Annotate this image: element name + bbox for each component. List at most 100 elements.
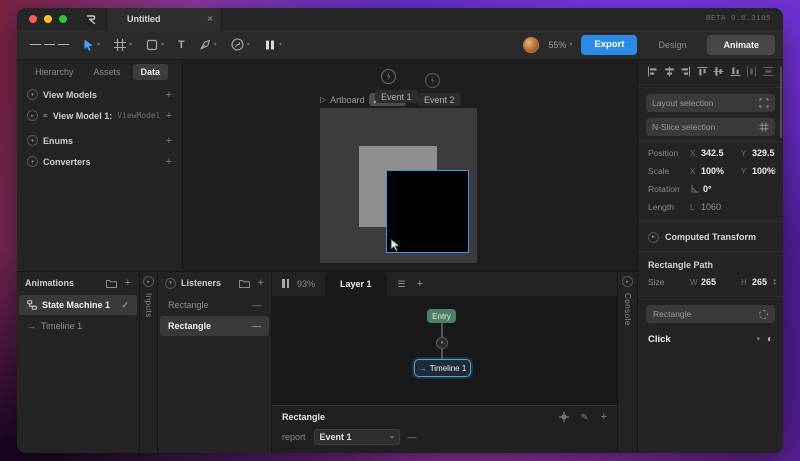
enums-row[interactable]: ▾ Enums + <box>17 130 182 151</box>
computed-transform-row[interactable]: ▸ Computed Transform <box>638 228 783 246</box>
add-enum-button[interactable]: + <box>166 135 172 147</box>
angle-icon <box>690 184 700 194</box>
inputs-strip[interactable]: ▸ Inputs <box>140 272 158 453</box>
chevron-down-icon[interactable]: ▾ <box>279 41 282 48</box>
artboard-label[interactable]: Artboard <box>330 95 365 105</box>
add-listener-button[interactable]: + <box>258 277 264 289</box>
export-button[interactable]: Export <box>581 35 637 55</box>
listener-label: Rectangle <box>168 300 209 310</box>
rectangle-section-button[interactable]: Rectangle <box>646 305 775 323</box>
layout-tool[interactable]: ▾ <box>259 34 287 56</box>
text-tool[interactable]: T <box>173 34 190 56</box>
entry-node[interactable]: Entry <box>427 309 456 323</box>
blend-half-circle-icon[interactable]: ◐ <box>767 334 773 345</box>
chevron-down-icon[interactable]: ▾ <box>161 41 164 48</box>
expand-inputs-icon[interactable]: ▸ <box>143 276 154 287</box>
align-middle-vertical-icon[interactable] <box>713 66 724 77</box>
view-model-1-row[interactable]: ▸ View Model 1: ViewModel + <box>17 105 182 126</box>
design-mode-button[interactable]: Design <box>646 40 698 50</box>
scale-x-field[interactable]: 100% <box>701 166 741 176</box>
chevron-down-icon[interactable]: ▾ <box>247 41 250 48</box>
layout-columns-icon[interactable] <box>282 279 291 290</box>
chevron-down-icon[interactable]: ▾ <box>129 41 132 48</box>
rotation-field[interactable]: 0° <box>703 184 743 194</box>
align-left-icon[interactable] <box>647 66 658 77</box>
artboard-tool[interactable]: ▾ <box>109 34 137 56</box>
expand-console-icon[interactable]: ▸ <box>622 276 633 287</box>
edit-icon[interactable]: ✎ <box>581 412 589 423</box>
timeline-node[interactable]: → Timeline 1 <box>414 359 471 377</box>
add-converter-button[interactable]: + <box>166 156 172 168</box>
tab-layer-1[interactable]: Layer 1 <box>325 272 387 296</box>
avatar[interactable] <box>523 37 539 53</box>
stepper-control[interactable]: ▴▾ <box>773 278 776 286</box>
tab-hierarchy[interactable]: Hierarchy <box>27 64 82 80</box>
folder-icon[interactable] <box>239 279 250 288</box>
target-icon[interactable] <box>559 412 569 422</box>
folder-icon[interactable] <box>106 279 117 288</box>
event-2-icon[interactable] <box>424 72 441 89</box>
timeline-row[interactable]: → Timeline 1 <box>19 316 137 336</box>
chevron-down-icon[interactable]: ▾ <box>97 41 100 48</box>
view-models-row[interactable]: ▾ View Models + <box>17 84 182 105</box>
add-view-model-button[interactable]: + <box>166 89 172 101</box>
position-x-field[interactable]: 342.5 <box>701 148 741 158</box>
add-animation-button[interactable]: + <box>125 277 131 289</box>
scale-y-field[interactable]: 100% <box>752 166 783 176</box>
event-1-icon[interactable] <box>380 68 397 85</box>
graph-zoom-level[interactable]: 93% <box>297 279 315 289</box>
graph-canvas[interactable]: Entry ▾ → Timeline 1 <box>272 296 617 405</box>
close-window-button[interactable] <box>29 15 37 23</box>
close-tab-icon[interactable]: × <box>207 14 213 25</box>
position-y-field[interactable]: 329.5 <box>752 148 783 158</box>
animate-mode-button[interactable]: Animate <box>707 35 775 55</box>
rotation-row: Rotation 0° <box>638 180 783 198</box>
size-w-field[interactable]: 265 <box>701 277 741 287</box>
nslice-selection-button[interactable]: N-Slice selection <box>646 118 775 136</box>
align-bottom-icon[interactable] <box>730 66 741 77</box>
distribute-vertical-icon[interactable] <box>763 66 774 77</box>
listener-row[interactable]: Rectangle — <box>160 295 269 315</box>
state-machine-row[interactable]: State Machine 1 ✓ <box>19 295 137 315</box>
distribute-horizontal-icon[interactable] <box>746 66 757 77</box>
position-row: Position X 342.5 Y 329.5 <box>638 144 783 162</box>
main-menu-icon[interactable] <box>25 34 74 56</box>
align-center-horizontal-icon[interactable] <box>664 66 675 77</box>
event-1-label[interactable]: Event 1 <box>375 90 418 103</box>
play-icon[interactable]: ▷ <box>320 95 326 104</box>
report-event-dropdown[interactable]: Event 1 ▾ <box>314 429 400 445</box>
pen-tool[interactable]: ▾ <box>194 34 222 56</box>
align-top-icon[interactable] <box>697 66 708 77</box>
size-h-field[interactable]: 265 <box>752 277 783 287</box>
tab-assets[interactable]: Assets <box>86 64 129 80</box>
document-tab[interactable]: Untitled × <box>106 8 222 30</box>
click-row[interactable]: Click ▾ ◐ <box>638 330 783 348</box>
minimize-window-button[interactable] <box>44 15 52 23</box>
layer-list-icon[interactable]: ☰ <box>398 279 406 290</box>
add-layer-button[interactable]: + <box>417 278 423 290</box>
collapse-listeners-icon[interactable]: ▾ <box>165 278 176 289</box>
console-strip[interactable]: ▸ Console <box>617 272 637 453</box>
stage-canvas[interactable]: ▷ Artboard Active Event 1 Event 2 <box>183 60 637 271</box>
rive-logo-icon[interactable] <box>77 8 106 30</box>
length-field[interactable]: 1060 <box>701 202 741 212</box>
shape-tool[interactable]: ▾ <box>141 34 169 56</box>
tab-data[interactable]: Data <box>133 64 169 80</box>
animate-binding-icon[interactable] <box>759 310 768 319</box>
scrollbar-thumb[interactable] <box>780 66 782 138</box>
bone-tool[interactable]: ▾ <box>226 34 255 56</box>
add-action-button[interactable]: + <box>601 411 607 423</box>
event-2-label[interactable]: Event 2 <box>418 93 461 106</box>
chevron-down-icon[interactable]: ▾ <box>756 335 760 343</box>
converters-row[interactable]: ▾ Converters + <box>17 151 182 172</box>
zoom-window-button[interactable] <box>59 15 67 23</box>
select-tool[interactable]: ▾ <box>78 34 105 56</box>
align-right-icon[interactable] <box>680 66 691 77</box>
zoom-control[interactable]: 55% ▾ <box>548 40 572 50</box>
listener-row-selected[interactable]: Rectangle — <box>160 316 269 336</box>
chevron-down-icon[interactable]: ▾ <box>214 41 217 48</box>
transition-arrow-icon[interactable]: ▾ <box>436 337 448 349</box>
stepper-control[interactable]: ▴▾ <box>773 167 776 175</box>
layout-selection-button[interactable]: Layout selection <box>646 94 775 112</box>
add-property-button[interactable]: + <box>166 110 172 122</box>
